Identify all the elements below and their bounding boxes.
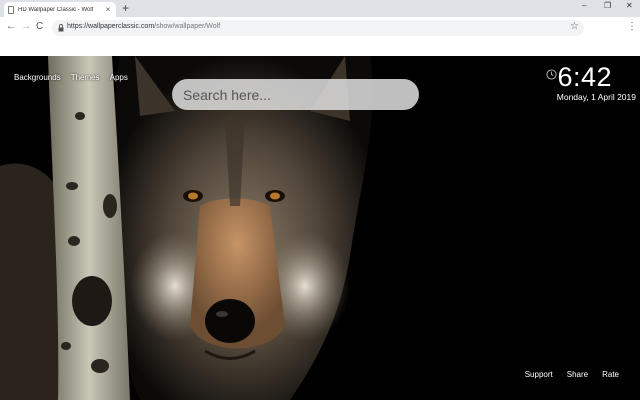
url-text: https://wallpaperclassic.com/show/wallpa… (67, 23, 220, 30)
window-close-button[interactable]: ✕ (626, 1, 633, 11)
footer-share-link[interactable]: Share (567, 370, 588, 379)
url-path: /show/wallpaper/Wolf (154, 23, 221, 30)
address-bar[interactable]: https://wallpaperclassic.com/show/wallpa… (52, 20, 584, 36)
browser-tab[interactable]: HD Wallpaper Classic - Wolf × (4, 2, 116, 17)
browser-menu-icon[interactable]: ⋮ (627, 22, 637, 32)
new-tab-button[interactable]: + (122, 2, 129, 14)
url-host: https://wallpaperclassic.com (67, 23, 155, 30)
footer-links: Support Share Rate (525, 370, 619, 379)
back-button[interactable]: ← (6, 22, 16, 32)
lock-icon (58, 24, 64, 32)
forward-button[interactable]: → (21, 22, 31, 32)
nav-themes[interactable]: Themes (71, 73, 100, 82)
restore-button[interactable]: ❐ (604, 1, 611, 11)
new-tab-page: Backgrounds Themes Apps 6:42 Monday, 1 A… (0, 56, 640, 400)
minimize-button[interactable]: – (582, 1, 586, 11)
browser-toolbar: ← → C https://wallpaperclassic.com/show/… (0, 17, 640, 39)
reload-button[interactable]: C (36, 22, 43, 32)
clock-time: 6:42 (557, 62, 612, 92)
tab-title: HD Wallpaper Classic - Wolf (18, 6, 94, 13)
footer-support-link[interactable]: Support (525, 370, 553, 379)
tab-strip: HD Wallpaper Classic - Wolf × + – ❐ ✕ (0, 0, 640, 17)
clock-date: Monday, 1 April 2019 (556, 92, 636, 102)
tab-close-icon[interactable]: × (104, 5, 112, 14)
bookmark-star-icon[interactable]: ☆ (570, 21, 579, 33)
page-favicon-icon (8, 5, 14, 14)
toolbar-spacer (0, 39, 640, 56)
search-input[interactable] (172, 79, 419, 110)
nav-backgrounds[interactable]: Backgrounds (14, 73, 61, 82)
top-nav: Backgrounds Themes Apps (14, 73, 128, 82)
nav-apps[interactable]: Apps (110, 73, 128, 82)
footer-rate-link[interactable]: Rate (602, 370, 619, 379)
clock-icon[interactable] (546, 69, 557, 80)
